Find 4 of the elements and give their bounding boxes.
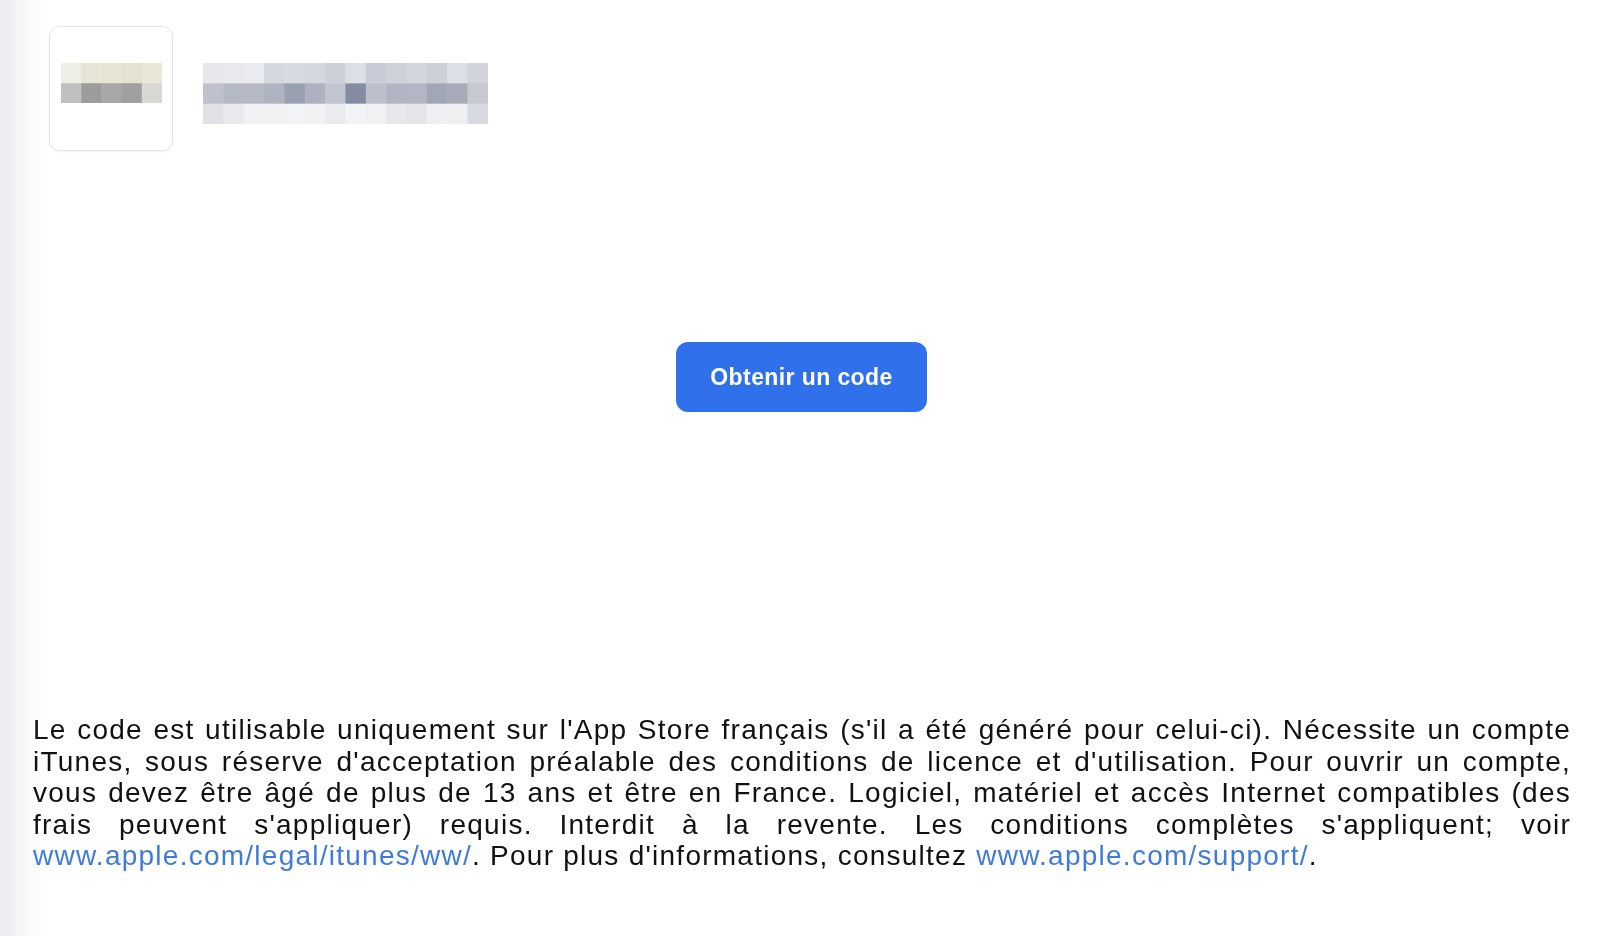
legal-notice: Le code est utilisable uniquement sur l'App Store français (s'il a été généré pour celui-ci). Nécessite un compte iTunes, sous réserve d'acceptation préalable des conditions de licence et d'utilisation. Pour ouvrir un compte, vous devez être âgé de plus de 13 ans et être en France. Logiciel, matériel et accès Internet compatibles (des frais peuvent s'appliquer) requis. Interdit à la revente. Les conditions complètes s'appliquent; voir www.apple.com/legal/itunes/ww/. Pour plus d'informations, consultez www.apple.com/support/.: [32, 714, 1572, 872]
get-code-button[interactable]: Obtenir un code: [676, 342, 927, 412]
url-link[interactable]: www.apple.com/support/: [976, 840, 1309, 872]
url-link[interactable]: www.apple.com/legal/itunes/ww/: [33, 840, 472, 872]
